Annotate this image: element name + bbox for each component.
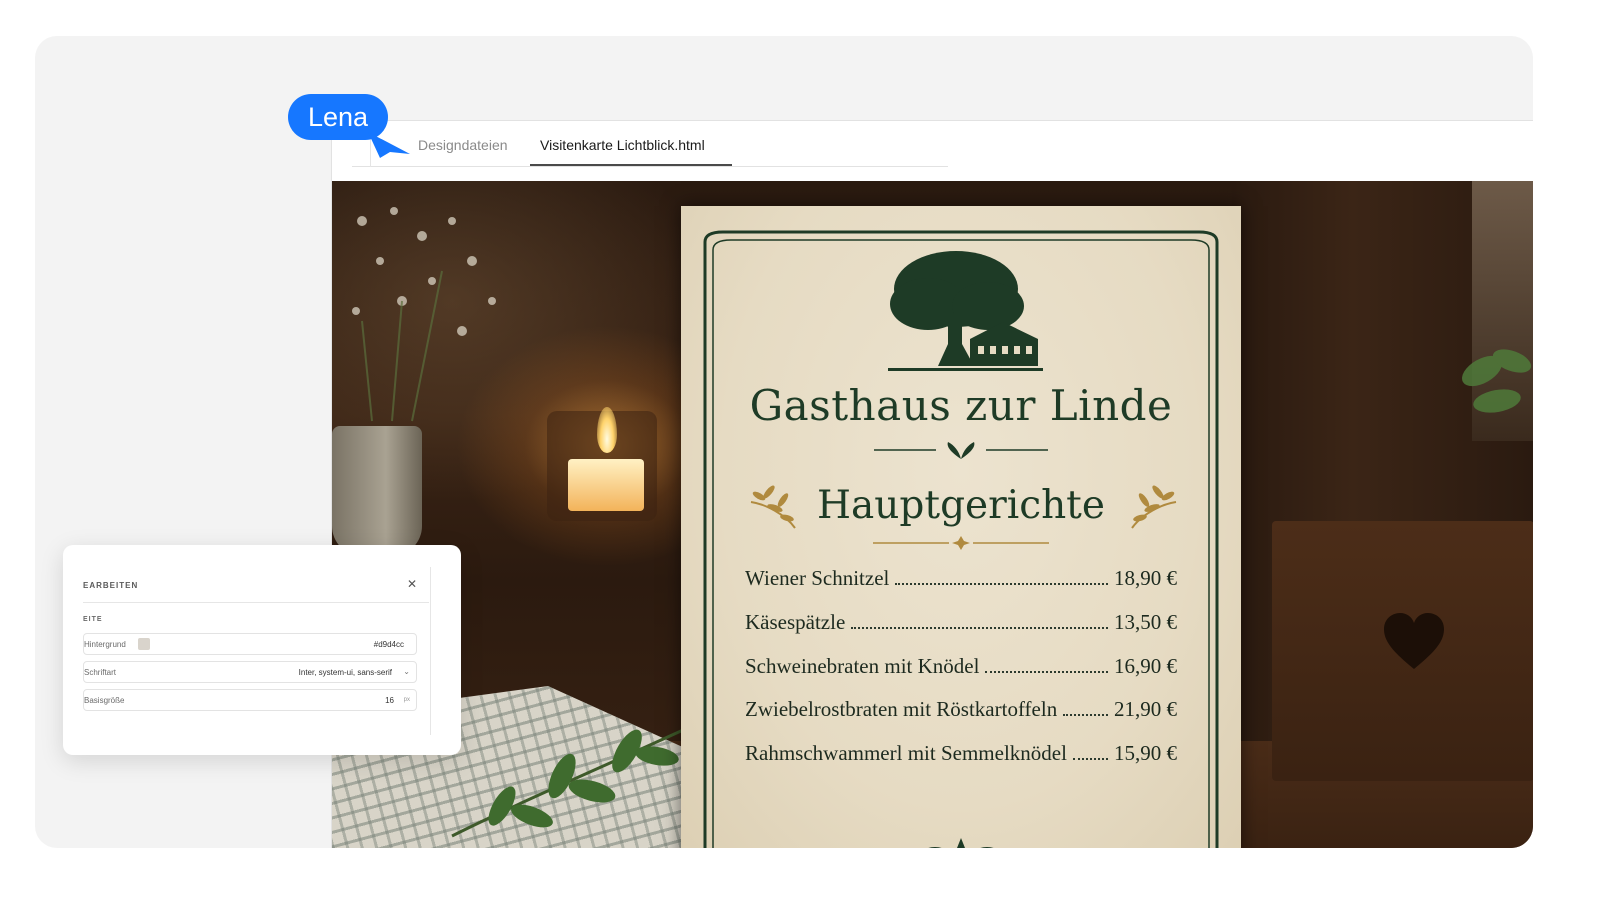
font-select[interactable]: Schriftart Inter, system-ui, sans-serif … (83, 661, 417, 683)
panel-body: EARBEITEN ✕ EITE Hintergrund #d9d4cc Sch… (83, 567, 431, 735)
field-unit: px (403, 697, 410, 703)
field-label: Schriftart (84, 668, 117, 677)
editor-window: Designdateien Visitenkarte Lichtblick.ht… (331, 120, 1533, 848)
leaf-branch-decoration (451, 724, 693, 838)
dot-leader (1072, 758, 1108, 761)
pitcher-decoration (332, 426, 422, 556)
base-size-field[interactable]: Basisgröße 16 px (83, 689, 417, 711)
dish-price: 15,90 € (1114, 741, 1177, 766)
panel-divider (83, 602, 429, 603)
dish-row[interactable]: Schweinebraten mit Knödel 16,90 € (745, 654, 1177, 698)
dot-leader (985, 670, 1108, 673)
candle-flame (597, 407, 617, 453)
dot-leader (1063, 714, 1108, 717)
dish-price: 16,90 € (1114, 653, 1177, 678)
field-value: #d9d4cc (373, 640, 404, 649)
color-swatch[interactable] (138, 638, 150, 650)
field-label: Hintergrund (84, 640, 126, 649)
field-value: 16 (385, 696, 394, 705)
dish-name: Käsespätzle (745, 609, 846, 634)
properties-panel: EARBEITEN ✕ EITE Hintergrund #d9d4cc Sch… (63, 545, 461, 755)
design-canvas[interactable]: Gasthaus zur Linde Hauptgerichte Wiener … (332, 181, 1533, 848)
tree-house-logo (888, 251, 1043, 371)
dish-price: 13,50 € (1114, 609, 1177, 634)
dish-price: 21,90 € (1114, 697, 1177, 722)
restaurant-name: Gasthaus zur Linde (749, 381, 1173, 430)
dish-price: 18,90 € (1114, 566, 1177, 590)
dish-list: Wiener Schnitzel 18,90 € Käsespätzle 13,… (745, 566, 1177, 785)
dish-name: Wiener Schnitzel (745, 566, 890, 590)
flowers-decoration (352, 207, 496, 422)
chevron-down-icon: ⌄ (403, 667, 410, 676)
dish-name: Zwiebelrostbraten mit Röstkartoffeln (745, 697, 1058, 722)
heart-icon (1384, 613, 1444, 669)
app-background: Designdateien Visitenkarte Lichtblick.ht… (35, 36, 1533, 848)
tab-visitenkarte[interactable]: Visitenkarte Lichtblick.html (540, 137, 705, 153)
dish-row[interactable]: Käsespätzle 13,50 € (745, 610, 1177, 654)
close-icon[interactable]: ✕ (407, 577, 417, 591)
dish-row[interactable]: Zwiebelrostbraten mit Röstkartoffeln 21,… (745, 697, 1177, 741)
panel-title: EARBEITEN (83, 581, 139, 590)
tab-bar: Designdateien Visitenkarte Lichtblick.ht… (352, 121, 948, 167)
plant-decoration (1462, 349, 1532, 413)
field-value: Inter, system-ui, sans-serif (298, 668, 392, 677)
dot-leader (851, 626, 1108, 629)
dish-name: Schweinebraten mit Knödel (745, 653, 980, 678)
divider-ornament (874, 442, 1048, 459)
tab-designdateien[interactable]: Designdateien (418, 137, 508, 153)
dish-name: Rahmschwammerl mit Semmelknödel (745, 741, 1067, 766)
candle (568, 459, 644, 511)
dot-leader (895, 583, 1108, 585)
field-label: Basisgröße (84, 696, 125, 705)
menu-content: Gasthaus zur Linde Hauptgerichte Wiener … (681, 206, 1241, 848)
dish-row[interactable]: Wiener Schnitzel 18,90 € (745, 566, 1177, 610)
gold-divider-ornament (873, 536, 1049, 550)
menu-card[interactable]: Gasthaus zur Linde Hauptgerichte Wiener … (681, 206, 1241, 848)
active-tab-indicator (530, 164, 732, 166)
laurel-right-icon (1131, 485, 1177, 529)
bottom-ornament (928, 838, 994, 848)
panel-section-title: EITE (83, 616, 103, 623)
dish-row[interactable]: Rahmschwammerl mit Semmelknödel 15,90 € (745, 741, 1177, 785)
background-color-field[interactable]: Hintergrund #d9d4cc (83, 633, 417, 655)
cursor-arrow-icon (368, 132, 410, 158)
